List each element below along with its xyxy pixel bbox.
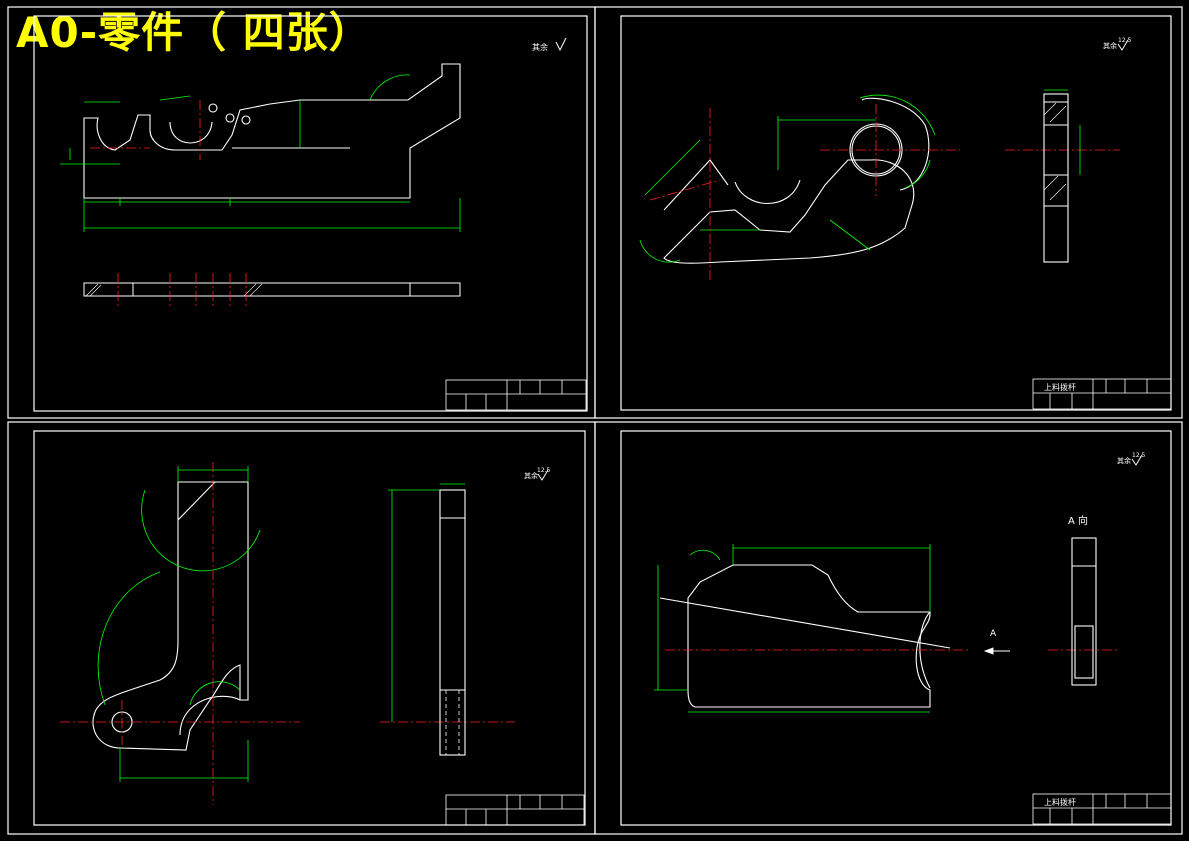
roughness-note: 其余 <box>524 471 538 480</box>
roughness-note: 其余 <box>532 42 548 52</box>
hook-arm-front-view <box>92 481 249 751</box>
lever-front-view <box>83 63 461 199</box>
sheet-outer-top-left <box>7 6 596 419</box>
hook-arm-side-view <box>439 489 466 756</box>
drawing-frame <box>620 430 1172 826</box>
side-view-hidden-lines <box>445 690 460 755</box>
title-block-part-name: 上料拨杆 <box>1044 382 1076 392</box>
lever-side-view <box>83 282 461 297</box>
view-arrow-a <box>983 647 1010 655</box>
view-arrow-label: A <box>990 629 997 639</box>
roughness-note: 其余 <box>1103 41 1117 50</box>
lever-dimensions <box>60 74 461 232</box>
side-view-hatch <box>85 283 263 297</box>
roughness-value: 12.5 <box>537 467 551 474</box>
roughness-note: 其余 <box>1117 456 1131 465</box>
side-view-dimensions <box>388 483 465 722</box>
cad-drawing-canvas: 其余 其余 12.5 上料拨杆 其余 12.5 其余 12.5 A A 向 上料… <box>7 6 1183 835</box>
hook-arm-centerlines <box>60 462 515 805</box>
drawing-frame <box>620 15 1172 411</box>
sheet-top-left: 其余 <box>33 15 588 412</box>
drawing-frame <box>33 15 588 412</box>
sheet-top-right: 其余 12.5 上料拨杆 <box>620 15 1172 411</box>
roughness-symbol-icon <box>555 37 567 52</box>
wedge-lever-dimensions <box>654 544 931 713</box>
drawing-frame <box>33 430 586 826</box>
sheet-outer-bottom-right <box>594 421 1183 835</box>
view-label: A 向 <box>1068 514 1088 527</box>
hook-lever-front-view <box>663 97 930 264</box>
sheet-outer-bottom-left <box>7 421 596 835</box>
title-block-bottom-left <box>445 794 585 826</box>
side-view-centerlines <box>117 273 247 306</box>
side-view-hatch <box>1043 102 1067 201</box>
wedge-lever-front-view <box>659 564 951 708</box>
title-block-top-left <box>445 379 587 411</box>
wedge-lever-side-view <box>1071 537 1097 686</box>
lever-centerlines <box>90 100 201 160</box>
side-view-dimensions <box>1044 89 1081 175</box>
roughness-value: 12.5 <box>1132 452 1146 459</box>
hook-arm-dimensions <box>97 466 261 782</box>
hook-lever-centerlines <box>649 104 1120 280</box>
sheet-grid <box>7 6 1183 835</box>
sheet-bottom-right: 其余 12.5 A A 向 上料拨杆 <box>620 430 1172 826</box>
title-block-part-name: 上料拨杆 <box>1044 797 1076 807</box>
sheet-outer-top-right <box>594 6 1183 419</box>
sheet-bottom-left: 其余 12.5 <box>33 430 586 826</box>
roughness-value: 12.5 <box>1118 37 1132 44</box>
